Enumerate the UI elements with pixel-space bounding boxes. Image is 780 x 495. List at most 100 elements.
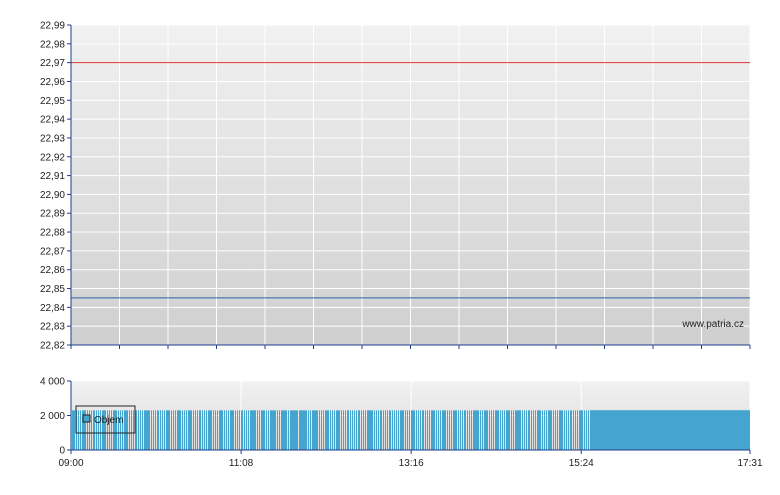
volume-bar — [291, 410, 292, 450]
volume-bar — [330, 410, 331, 450]
volume-bar — [416, 410, 417, 450]
volume-bar — [392, 410, 393, 450]
volume-bar — [580, 410, 581, 450]
volume-bar — [327, 410, 328, 450]
volume-bar — [431, 410, 432, 450]
volume-bar — [284, 410, 285, 450]
volume-bar — [420, 410, 421, 450]
volume-bar — [200, 410, 201, 450]
volume-bar — [124, 410, 125, 450]
volume-bar — [162, 410, 163, 450]
volume-bar — [199, 410, 200, 450]
volume-bar — [312, 410, 313, 450]
volume-bar — [528, 410, 529, 450]
volume-bar — [491, 410, 492, 450]
watermark-text: www.patria.cz — [681, 319, 744, 330]
volume-y-tick-label: 0 — [59, 446, 65, 457]
volume-bar — [319, 410, 320, 450]
volume-bar — [436, 410, 437, 450]
volume-bar — [486, 410, 487, 450]
volume-bar — [182, 410, 183, 450]
volume-bar — [167, 410, 168, 450]
volume-bar — [282, 410, 283, 450]
volume-bar — [458, 410, 459, 450]
volume-bar — [429, 410, 430, 450]
volume-bar — [477, 410, 478, 450]
volume-bar — [562, 410, 563, 450]
volume-bar — [356, 410, 357, 450]
volume-bar — [372, 410, 373, 450]
volume-bar — [571, 410, 572, 450]
volume-bar — [502, 410, 503, 450]
volume-bar — [369, 410, 370, 450]
volume-bar — [497, 410, 498, 450]
volume-bar — [359, 410, 360, 450]
volume-y-axis-ticks: 4 000 2 000 0 — [40, 377, 71, 457]
volume-bar — [508, 410, 509, 450]
volume-bar — [317, 410, 318, 450]
volume-bar — [522, 410, 523, 450]
volume-bar — [235, 410, 236, 450]
price-y-tick-label: 22,94 — [40, 115, 65, 126]
price-y-axis-ticks: 22,99 22,98 22,97 22,96 22,95 22,94 22,93 22,92… — [40, 21, 71, 352]
volume-bar — [496, 410, 497, 450]
volume-bar — [332, 410, 333, 450]
volume-bar — [146, 410, 147, 450]
volume-bar — [515, 410, 516, 450]
volume-bar — [213, 410, 214, 450]
volume-bar — [296, 410, 297, 450]
price-y-tick-label: 22,83 — [40, 322, 65, 333]
volume-bar — [378, 410, 379, 450]
volume-bar — [328, 410, 329, 450]
volume-bar — [180, 410, 181, 450]
volume-bar — [442, 410, 443, 450]
volume-bar — [539, 410, 540, 450]
volume-bar — [145, 410, 146, 450]
volume-bar — [257, 410, 258, 450]
volume-bar — [498, 410, 499, 450]
volume-bar — [460, 410, 461, 450]
volume-bar — [407, 410, 408, 450]
price-panel: 22,99 22,98 22,97 22,96 22,95 22,94 22,93 22,92… — [40, 21, 751, 352]
volume-bar — [504, 410, 505, 450]
volume-bar — [455, 410, 456, 450]
volume-bar — [193, 410, 194, 450]
volume-bar — [398, 410, 399, 450]
volume-bar — [584, 410, 585, 450]
volume-bar — [475, 410, 476, 450]
volume-bar — [480, 410, 481, 450]
volume-bar — [129, 410, 130, 450]
volume-bar — [91, 410, 92, 450]
volume-bar — [469, 410, 470, 450]
volume-bar — [451, 410, 452, 450]
volume-bar — [262, 410, 263, 450]
volume-bar — [271, 410, 272, 450]
volume-bar — [531, 410, 532, 450]
legend-swatch-objem — [82, 414, 91, 423]
volume-bar — [551, 410, 552, 450]
volume-bar — [292, 410, 293, 450]
volume-bar — [339, 410, 340, 450]
volume-bar — [263, 410, 264, 450]
volume-bar — [268, 410, 269, 450]
volume-bar — [495, 410, 496, 450]
volume-bar — [273, 410, 274, 450]
volume-bar — [438, 410, 439, 450]
volume-bar — [524, 410, 525, 450]
volume-bar — [177, 410, 178, 450]
volume-bar — [581, 410, 582, 450]
volume-bar — [126, 410, 127, 450]
volume-bar — [224, 410, 225, 450]
volume-bar — [168, 410, 169, 450]
volume-bar — [211, 410, 212, 450]
volume-bar — [387, 410, 388, 450]
volume-bar — [144, 410, 145, 450]
volume-bar — [506, 410, 507, 450]
volume-bar — [190, 410, 191, 450]
volume-bar — [208, 410, 209, 450]
volume-bar — [142, 410, 143, 450]
volume-bar — [293, 410, 294, 450]
volume-bar — [136, 410, 137, 450]
volume-bar — [288, 410, 289, 450]
price-y-tick-label: 22,85 — [40, 284, 65, 295]
